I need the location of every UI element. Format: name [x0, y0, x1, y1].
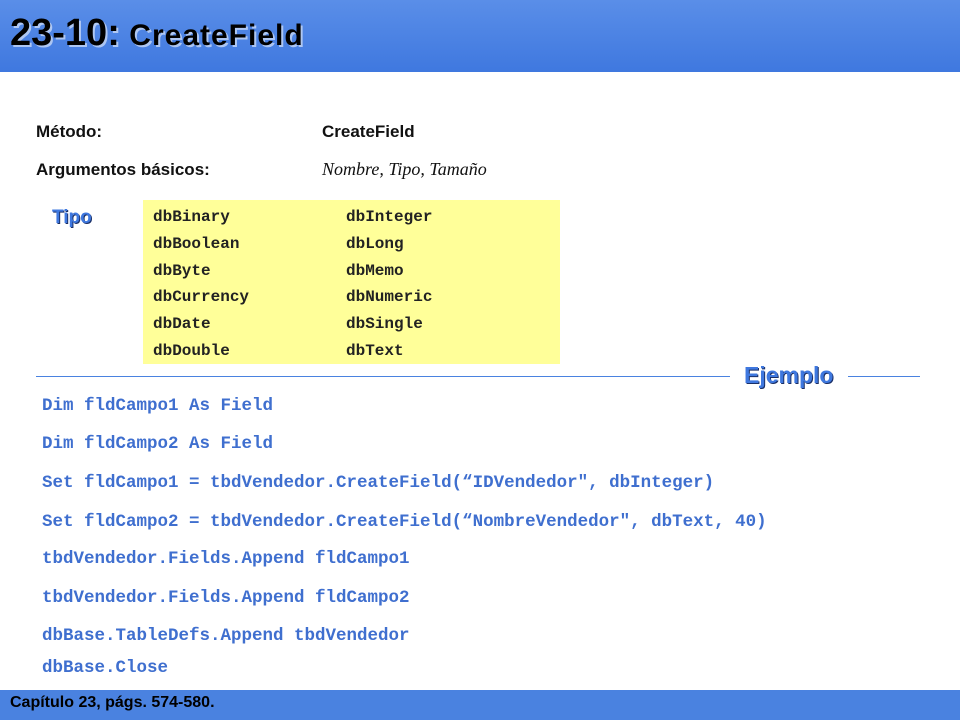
example-heading: Ejemplo — [744, 362, 834, 388]
tipo-heading: Tipo — [52, 207, 92, 228]
arguments-label: Argumentos básicos: — [36, 160, 210, 179]
type-item: dbDouble — [153, 342, 230, 360]
code-line: Dim fldCampo1 As Field — [42, 396, 274, 416]
type-item: dbDate — [153, 315, 211, 333]
code-line: tbdVendedor.Fields.Append fldCampo2 — [42, 588, 410, 608]
type-item: dbNumeric — [346, 288, 433, 306]
page-title: 23-10: CreateField — [10, 12, 304, 55]
type-item: dbSingle — [346, 315, 423, 333]
method-value: CreateField — [322, 122, 415, 141]
type-item: dbMemo — [346, 262, 404, 280]
type-item: dbCurrency — [153, 288, 250, 306]
type-item: dbBinary — [153, 208, 230, 226]
slide-number: 23-10: — [10, 12, 120, 54]
type-item: dbByte — [153, 262, 211, 280]
code-line: Set fldCampo1 = tbdVendedor.CreateField(… — [42, 473, 715, 493]
code-line: dbBase.TableDefs.Append tbdVendedor — [42, 626, 410, 646]
code-line: dbBase.Close — [42, 658, 169, 678]
type-list-box: dbBinary dbBoolean dbByte dbCurrency dbD… — [143, 200, 560, 364]
section-divider-left — [36, 376, 730, 377]
title-bar: 23-10: CreateField — [0, 0, 960, 72]
footer-bar: Capítulo 23, págs. 574-580. — [0, 690, 960, 720]
type-item: dbText — [346, 342, 404, 360]
section-divider-right — [848, 376, 920, 377]
code-line: tbdVendedor.Fields.Append fldCampo1 — [42, 549, 410, 569]
chapter-reference: Capítulo 23, págs. 574-580. — [10, 694, 215, 711]
code-line: Set fldCampo2 = tbdVendedor.CreateField(… — [42, 512, 767, 532]
method-label: Método: — [36, 122, 103, 141]
slide-title: CreateField — [129, 19, 304, 52]
type-item: dbLong — [346, 235, 404, 253]
type-item: dbBoolean — [153, 235, 240, 253]
arguments-value: Nombre, Tipo, Tamaño — [322, 159, 487, 179]
code-line: Dim fldCampo2 As Field — [42, 434, 274, 454]
type-item: dbInteger — [346, 208, 433, 226]
